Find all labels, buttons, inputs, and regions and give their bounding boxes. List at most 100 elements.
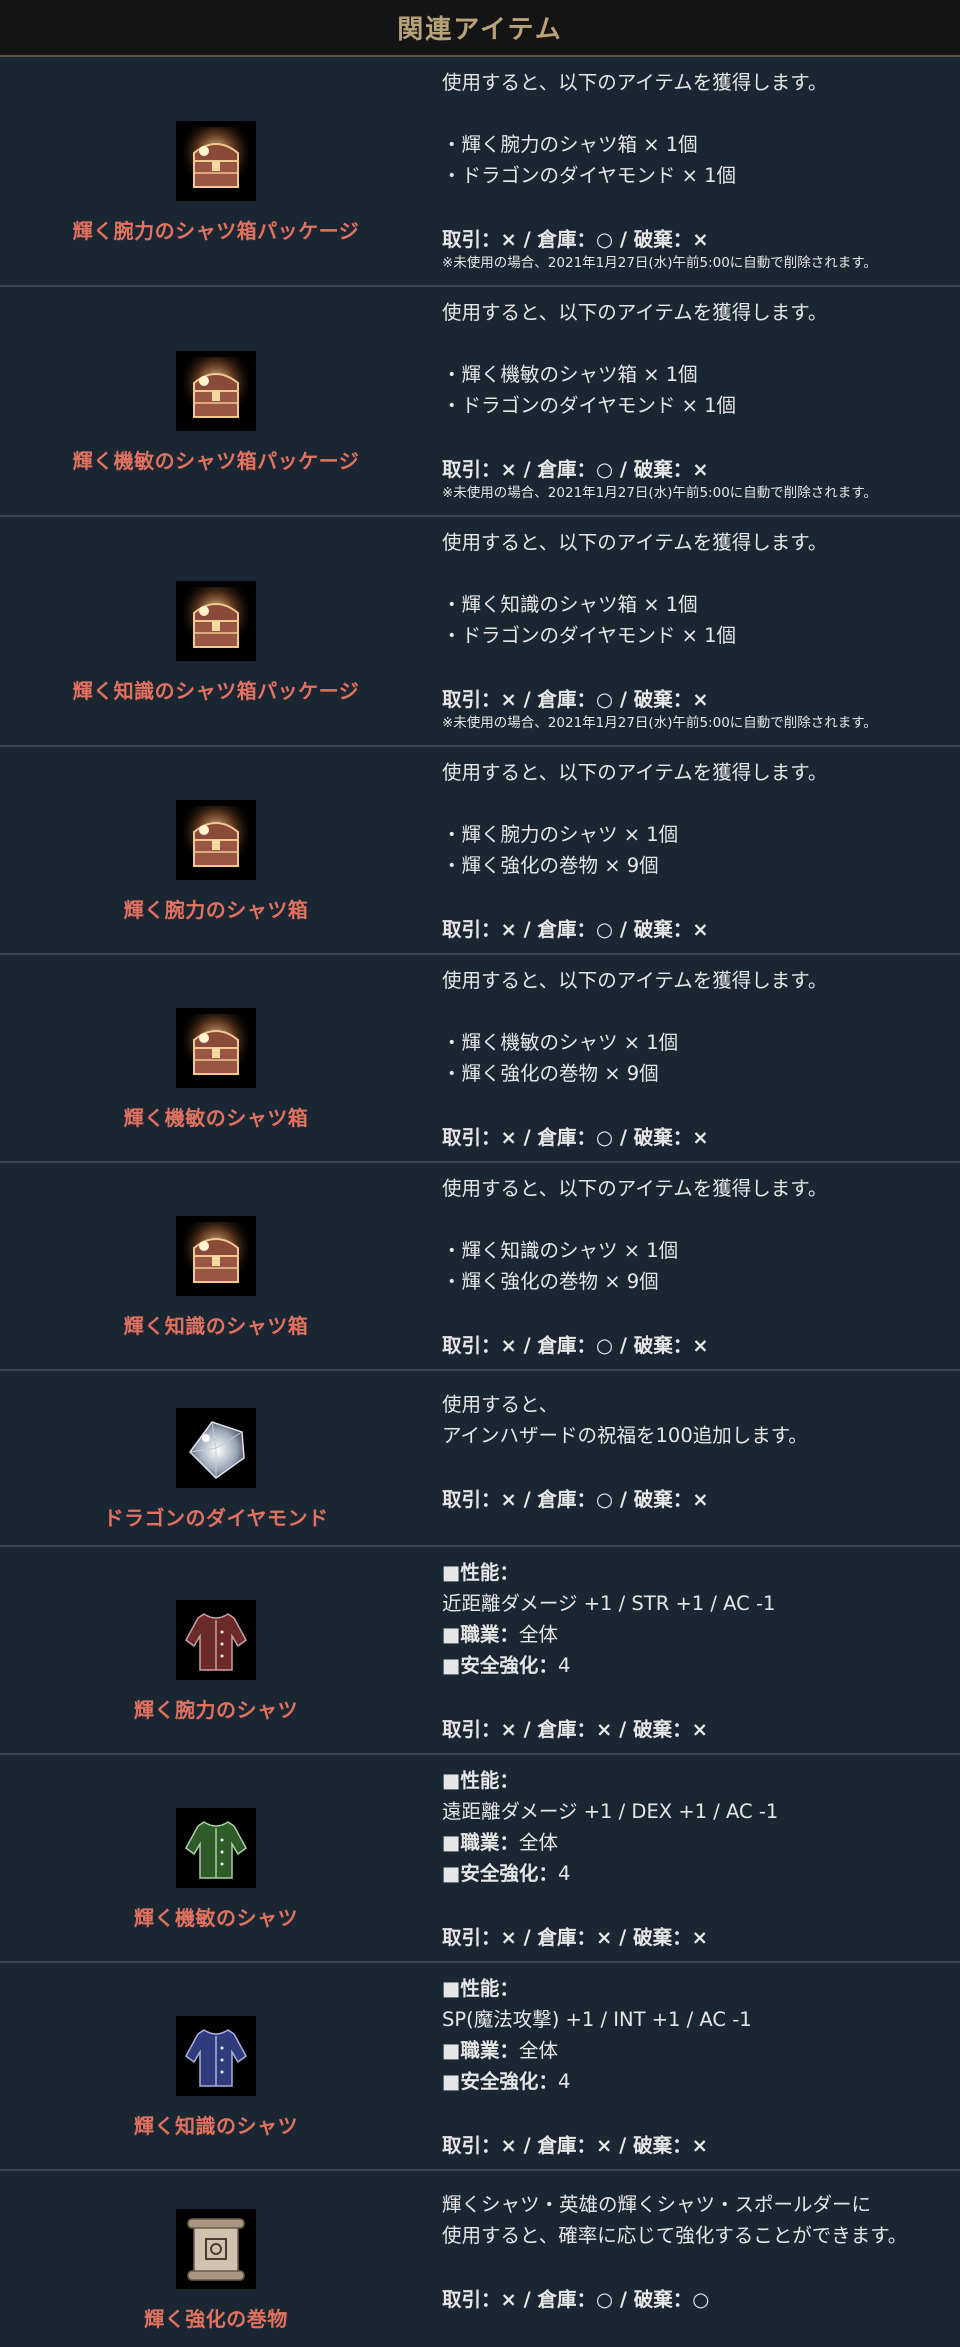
content-line: ・輝く強化の巻物 × 9個 [442,854,659,877]
item-name: 輝く機敏のシャツ [134,1905,298,1930]
item-name: 輝く知識のシャツ箱 [123,1313,309,1338]
item-name: 輝く腕力のシャツ箱 [123,897,309,922]
item-identity: 輝く強化の巻物 [0,2171,432,2347]
class-value: 全体 [518,1623,558,1646]
item-row: 輝く知識のシャツ箱 使用すると、以下のアイテムを獲得します。 ・輝く知識のシャツ… [0,1163,960,1371]
class-label: ■職業： [442,1831,519,1854]
treasure-chest-icon [176,1007,256,1088]
performance-label: ■性能： [442,1977,519,2000]
item-name: 輝く腕力のシャツ箱パッケージ [72,218,360,243]
item-row: 輝く機敏のシャツ箱 使用すると、以下のアイテムを獲得します。 ・輝く機敏のシャツ… [0,955,960,1163]
safe-enchant-label: ■安全強化： [442,2070,558,2093]
item-identity: ドラゴンのダイヤモンド [0,1371,432,1545]
item-name: 輝く機敏のシャツ箱パッケージ [72,448,360,473]
trade-info: 取引：× / 倉庫：× / 破棄：× [442,2134,708,2157]
item-identity: 輝く機敏のシャツ箱 [0,955,432,1161]
content-line: ・輝く知識のシャツ × 1個 [442,1239,679,1262]
treasure-chest-icon [176,350,256,431]
item-description: 使用すると、以下のアイテムを獲得します。 ・輝く腕力のシャツ箱 × 1個 ・ドラ… [432,57,960,285]
treasure-chest-icon [176,1215,256,1296]
item-name: 輝く知識のシャツ箱パッケージ [72,678,360,703]
related-items-page: 関連アイテム 輝く腕力のシャツ箱パッケージ 使用すると、以下のアイテムを獲得しま… [0,0,960,2347]
performance-value: SP(魔法攻撃) +1 / INT +1 / AC -1 [442,2008,752,2031]
trade-info: 取引：× / 倉庫：○ / 破棄：× [442,228,709,251]
performance-value: 遠距離ダメージ +1 / DEX +1 / AC -1 [442,1800,779,1823]
safe-enchant-row: ■安全強化：4 [442,1650,960,1681]
content-line: ・輝く機敏のシャツ × 1個 [442,1031,679,1054]
safe-enchant-row: ■安全強化：4 [442,2066,960,2097]
content-line: ・輝く腕力のシャツ × 1個 [442,823,679,846]
content-line: ・輝く知識のシャツ箱 × 1個 [442,593,698,616]
trade-info: 取引：× / 倉庫：○ / 破棄：○ [442,2288,710,2311]
content-line: ・輝く機敏のシャツ箱 × 1個 [442,363,698,386]
trade-info: 取引：× / 倉庫：× / 破棄：× [442,1718,708,1741]
usage-intro: 使用すると、以下のアイテムを獲得します。 [442,71,828,94]
item-identity: 輝く機敏のシャツ [0,1755,432,1961]
usage-intro: 使用すると、以下のアイテムを獲得します。 [442,301,828,324]
item-description: 使用すると、 アインハザードの祝福を100追加します。 取引：× / 倉庫：○ … [432,1371,960,1545]
item-row: 輝く知識のシャツ ■性能： SP(魔法攻撃) +1 / INT +1 / AC … [0,1963,960,2171]
item-row: 輝く機敏のシャツ箱パッケージ 使用すると、以下のアイテムを獲得します。 ・輝く機… [0,287,960,517]
safe-enchant-value: 4 [557,1654,571,1677]
item-identity: 輝く知識のシャツ [0,1963,432,2169]
trade-info: 取引：× / 倉庫：○ / 破棄：× [442,918,709,941]
desc-line: 使用すると、 [442,1393,559,1416]
content-line: ・ドラゴンのダイヤモンド × 1個 [442,624,737,647]
item-row: 輝く強化の巻物 輝くシャツ・英雄の輝くシャツ・スポールダーに 使用すると、確率に… [0,2171,960,2347]
safe-enchant-value: 4 [557,1862,571,1885]
item-row: 輝く知識のシャツ箱パッケージ 使用すると、以下のアイテムを獲得します。 ・輝く知… [0,517,960,747]
item-row: 輝く腕力のシャツ箱パッケージ 使用すると、以下のアイテムを獲得します。 ・輝く腕… [0,57,960,287]
expiry-note: ※未使用の場合、2021年1月27日(水)午前5:00に自動で削除されます。 [442,485,877,501]
item-identity: 輝く腕力のシャツ [0,1547,432,1753]
trade-info: 取引：× / 倉庫：○ / 破棄：× [442,688,709,711]
trade-info: 取引：× / 倉庫：× / 破棄：× [442,1926,708,1949]
content-line: ・輝く強化の巻物 × 9個 [442,1062,659,1085]
item-row: 輝く腕力のシャツ箱 使用すると、以下のアイテムを獲得します。 ・輝く腕力のシャツ… [0,747,960,955]
item-row: ドラゴンのダイヤモンド 使用すると、 アインハザードの祝福を100追加します。 … [0,1371,960,1547]
item-identity: 輝く腕力のシャツ箱パッケージ [0,57,432,285]
desc-line: アインハザードの祝福を100追加します。 [442,1424,808,1447]
content-line: ・ドラゴンのダイヤモンド × 1個 [442,164,737,187]
item-description: ■性能： 近距離ダメージ +1 / STR +1 / AC -1 ■職業：全体 … [432,1547,960,1753]
performance-value: 近距離ダメージ +1 / STR +1 / AC -1 [442,1592,776,1615]
green-shirt-icon [176,1807,256,1888]
scroll-icon [176,2208,256,2289]
item-identity: 輝く知識のシャツ箱パッケージ [0,517,432,745]
item-name: 輝く腕力のシャツ [134,1697,298,1722]
item-description: 使用すると、以下のアイテムを獲得します。 ・輝く機敏のシャツ × 1個 ・輝く強… [432,955,960,1161]
item-name: 輝く知識のシャツ [134,2113,298,2138]
class-row: ■職業：全体 [442,1827,960,1858]
item-description: 使用すると、以下のアイテムを獲得します。 ・輝く知識のシャツ × 1個 ・輝く強… [432,1163,960,1369]
expiry-note: ※未使用の場合、2021年1月27日(水)午前5:00に自動で削除されます。 [442,715,877,731]
usage-intro: 使用すると、以下のアイテムを獲得します。 [442,531,828,554]
diamond-icon [176,1407,256,1488]
trade-info: 取引：× / 倉庫：○ / 破棄：× [442,1126,709,1149]
item-description: 輝くシャツ・英雄の輝くシャツ・スポールダーに 使用すると、確率に応じて強化するこ… [432,2171,960,2347]
section-title: 関連アイテム [397,15,563,45]
item-description: 使用すると、以下のアイテムを獲得します。 ・輝く知識のシャツ箱 × 1個 ・ドラ… [432,517,960,745]
item-description: 使用すると、以下のアイテムを獲得します。 ・輝く機敏のシャツ箱 × 1個 ・ドラ… [432,287,960,515]
item-description: 使用すると、以下のアイテムを獲得します。 ・輝く腕力のシャツ × 1個 ・輝く強… [432,747,960,953]
content-line: ・輝く腕力のシャツ箱 × 1個 [442,133,698,156]
class-row: ■職業：全体 [442,2035,960,2066]
class-row: ■職業：全体 [442,1619,960,1650]
content-line: ・ドラゴンのダイヤモンド × 1個 [442,394,737,417]
safe-enchant-row: ■安全強化：4 [442,1858,960,1889]
class-value: 全体 [518,2039,558,2062]
item-identity: 輝く知識のシャツ箱 [0,1163,432,1369]
treasure-chest-icon [176,799,256,880]
treasure-chest-icon [176,120,256,201]
safe-enchant-label: ■安全強化： [442,1862,558,1885]
content-line: ・輝く強化の巻物 × 9個 [442,1270,659,1293]
desc-line: 使用すると、確率に応じて強化することができます。 [442,2224,908,2247]
item-name: ドラゴンのダイヤモンド [103,1505,329,1530]
performance-label: ■性能： [442,1769,519,1792]
item-description: ■性能： 遠距離ダメージ +1 / DEX +1 / AC -1 ■職業：全体 … [432,1755,960,1961]
class-label: ■職業： [442,1623,519,1646]
usage-intro: 使用すると、以下のアイテムを獲得します。 [442,1177,828,1200]
usage-intro: 使用すると、以下のアイテムを獲得します。 [442,761,828,784]
item-identity: 輝く機敏のシャツ箱パッケージ [0,287,432,515]
expiry-note: ※未使用の場合、2021年1月27日(水)午前5:00に自動で削除されます。 [442,255,877,271]
item-row: 輝く腕力のシャツ ■性能： 近距離ダメージ +1 / STR +1 / AC -… [0,1547,960,1755]
safe-enchant-label: ■安全強化： [442,1654,558,1677]
